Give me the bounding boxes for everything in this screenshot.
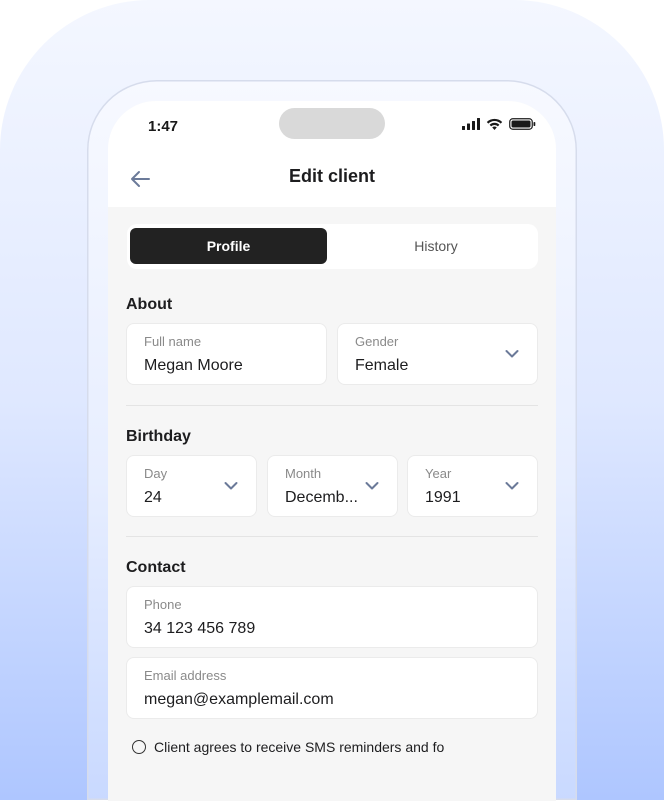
divider: [126, 536, 538, 537]
nav-bar: Edit client: [108, 151, 556, 207]
page-title: Edit client: [288, 166, 375, 186]
divider: [126, 405, 538, 406]
status-bar: 1:47: [108, 101, 556, 151]
gender-label: Gender: [355, 334, 399, 349]
email-value: megan@examplemail.com: [144, 691, 334, 708]
gender-value: Female: [355, 357, 409, 374]
signal-icon: [462, 118, 480, 130]
tab-profile[interactable]: Profile: [130, 228, 327, 264]
full-name-label: Full name: [144, 334, 202, 349]
full-name-field[interactable]: Full name Megan Moore: [126, 323, 327, 385]
segmented-tabs: Profile History: [127, 224, 538, 269]
about-section-title: About: [126, 296, 173, 313]
status-icons: [462, 118, 536, 130]
chevron-down-icon: [505, 350, 519, 358]
day-select[interactable]: Day 24: [126, 455, 257, 517]
email-label: Email address: [144, 668, 227, 683]
birthday-section-title: Birthday: [126, 428, 191, 445]
year-value: 1991: [425, 489, 461, 506]
phone-label: Phone: [144, 597, 182, 612]
day-label: Day: [144, 466, 168, 481]
chevron-down-icon: [224, 482, 238, 490]
chevron-down-icon: [365, 482, 379, 490]
month-value: Decemb...: [285, 489, 358, 506]
wifi-icon: [486, 118, 503, 130]
sms-consent-row[interactable]: Client agrees to receive SMS reminders a…: [132, 739, 444, 755]
phone-screen: 1:47 Edit client Profile History About F…: [108, 101, 556, 801]
sms-consent-label: Client agrees to receive SMS reminders a…: [154, 739, 445, 755]
phone-value: 34 123 456 789: [144, 620, 256, 637]
status-time: 1:47: [148, 118, 179, 135]
tab-history[interactable]: History: [337, 228, 535, 264]
day-value: 24: [144, 489, 162, 506]
full-name-value: Megan Moore: [144, 357, 243, 374]
chevron-down-icon: [505, 482, 519, 490]
contact-section-title: Contact: [126, 559, 186, 576]
gender-select[interactable]: Gender Female: [337, 323, 538, 385]
year-label: Year: [425, 466, 452, 481]
sms-consent-radio[interactable]: [132, 740, 146, 754]
battery-icon: [509, 118, 536, 130]
phone-field[interactable]: Phone 34 123 456 789: [126, 586, 538, 648]
month-label: Month: [285, 466, 322, 481]
month-select[interactable]: Month Decemb...: [267, 455, 398, 517]
email-field[interactable]: Email address megan@examplemail.com: [126, 657, 538, 719]
year-select[interactable]: Year 1991: [407, 455, 538, 517]
dynamic-island: [279, 108, 385, 139]
